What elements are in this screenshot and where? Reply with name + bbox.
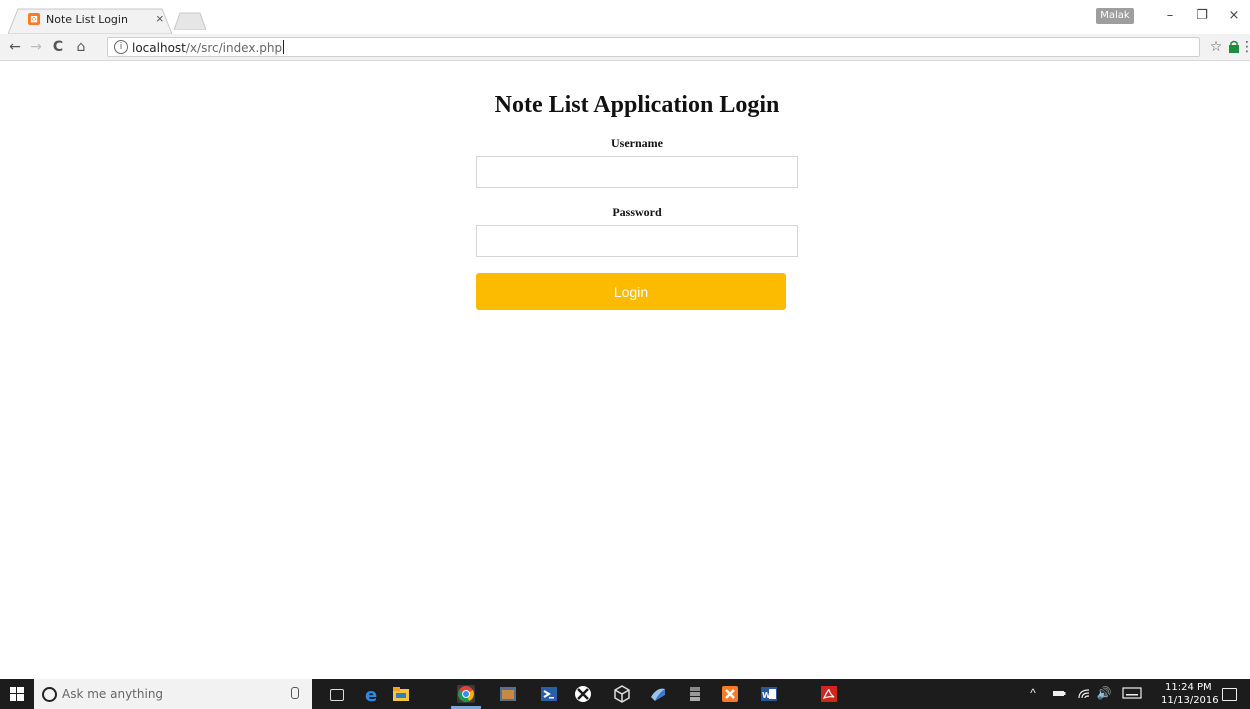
back-button[interactable]: ← bbox=[6, 38, 24, 56]
home-button[interactable]: ⌂ bbox=[72, 38, 90, 56]
xampp-favicon-icon: ⊠ bbox=[28, 13, 40, 25]
windows-start-icon[interactable] bbox=[10, 687, 24, 701]
chrome-icon[interactable] bbox=[457, 685, 475, 703]
close-window-button[interactable]: × bbox=[1222, 6, 1246, 26]
forward-button[interactable]: → bbox=[27, 38, 45, 56]
powershell-icon[interactable] bbox=[540, 685, 558, 703]
edge-icon[interactable]: e bbox=[363, 685, 381, 703]
svg-text:e: e bbox=[365, 685, 377, 703]
browser-toolbar: ← → C ⌂ i localhost/x/src/index.php ☆ ⋮ bbox=[0, 34, 1250, 61]
microphone-icon[interactable] bbox=[291, 687, 299, 699]
file-explorer-icon[interactable] bbox=[392, 685, 410, 703]
bookmark-star-icon[interactable]: ☆ bbox=[1208, 38, 1224, 56]
action-center-icon[interactable] bbox=[1222, 688, 1237, 701]
show-hidden-icons-chevron-icon[interactable]: ^ bbox=[1026, 686, 1040, 700]
svg-text:W: W bbox=[762, 691, 771, 700]
browser-tab-active[interactable]: ⊠ Note List Login × bbox=[8, 8, 172, 34]
url-host: localhost bbox=[132, 41, 186, 55]
volume-icon[interactable]: 🔊 bbox=[1096, 686, 1112, 700]
profile-button[interactable]: Malak bbox=[1096, 8, 1134, 24]
clock-date[interactable]: 11/13/2016 bbox=[1161, 695, 1219, 706]
address-bar[interactable]: i localhost/x/src/index.php bbox=[107, 37, 1200, 57]
app-window-icon[interactable] bbox=[499, 685, 517, 703]
reload-button[interactable]: C bbox=[49, 38, 67, 56]
xampp-icon[interactable] bbox=[721, 685, 739, 703]
password-label: Password bbox=[612, 205, 662, 219]
extension-icon[interactable] bbox=[1228, 40, 1240, 54]
tab-title: Note List Login bbox=[46, 13, 128, 26]
wifi-icon[interactable] bbox=[1077, 686, 1091, 700]
battery-icon[interactable] bbox=[1052, 686, 1066, 700]
username-label: Username bbox=[611, 136, 663, 150]
tab-close-icon[interactable]: × bbox=[156, 11, 164, 26]
windows-taskbar: Ask me anything e W ^ 🔊 11:24 PM 11/13/2… bbox=[0, 679, 1250, 709]
login-button[interactable]: Login bbox=[476, 273, 786, 310]
password-input[interactable] bbox=[476, 225, 798, 257]
url-path: /x/src/index.php bbox=[185, 41, 283, 55]
username-input[interactable] bbox=[476, 156, 798, 188]
vr-cube-icon[interactable] bbox=[613, 685, 631, 703]
visual-studio-icon[interactable] bbox=[649, 685, 667, 703]
restore-button[interactable]: ❐ bbox=[1190, 6, 1214, 26]
address-url: localhost/x/src/index.php bbox=[132, 40, 285, 55]
page-title: Note List Application Login bbox=[494, 92, 780, 118]
site-info-icon[interactable]: i bbox=[114, 40, 128, 54]
xbox-icon[interactable] bbox=[574, 685, 592, 703]
acrobat-icon[interactable] bbox=[820, 685, 838, 703]
login-form: Note List Application Login Username Pas… bbox=[476, 90, 798, 310]
text-caret bbox=[283, 40, 285, 54]
browser-tab-strip: ⊠ Note List Login × Malak – ❐ × bbox=[0, 0, 1250, 34]
database-icon[interactable] bbox=[686, 685, 704, 703]
minimize-button[interactable]: – bbox=[1158, 6, 1182, 26]
search-placeholder: Ask me anything bbox=[62, 687, 164, 701]
clock-time[interactable]: 11:24 PM bbox=[1165, 682, 1212, 693]
task-view-icon[interactable] bbox=[330, 689, 344, 701]
cortana-search-box[interactable]: Ask me anything bbox=[34, 679, 312, 709]
browser-menu-icon[interactable]: ⋮ bbox=[1240, 38, 1250, 56]
cortana-icon bbox=[42, 687, 57, 702]
touch-keyboard-icon[interactable] bbox=[1122, 686, 1142, 700]
word-icon[interactable]: W bbox=[760, 685, 778, 703]
new-tab-button[interactable] bbox=[174, 12, 206, 30]
